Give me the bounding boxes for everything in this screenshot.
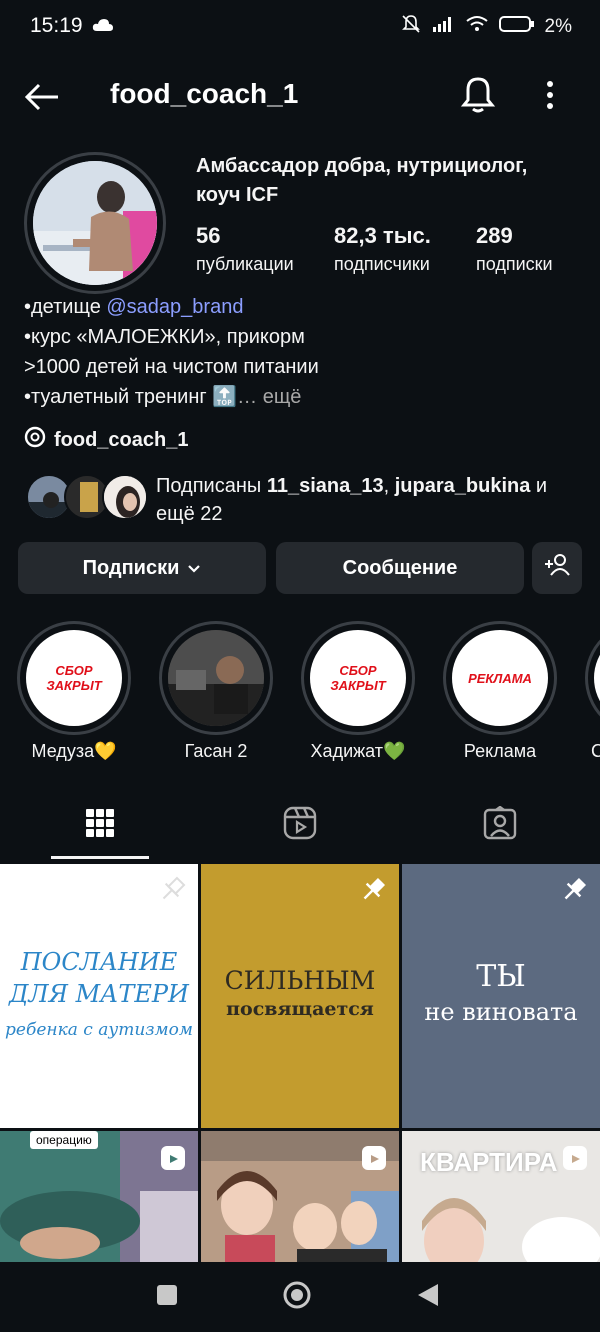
bio-line: •детище @sadap_brand — [24, 292, 584, 322]
tab-posts[interactable] — [0, 790, 200, 860]
reel-caption: операцию — [30, 1131, 98, 1149]
battery-icon — [498, 15, 535, 39]
post-subtitle: посвящается — [226, 998, 374, 1020]
highlight-label: Медуза💛 — [31, 741, 117, 761]
highlight-label: Хадижат💚 — [310, 741, 406, 761]
cloud-icon — [92, 18, 114, 37]
pin-icon — [560, 876, 588, 909]
followed-by-text[interactable]: Подписаны 11_siana_13, jupara_bukina и е… — [156, 472, 576, 528]
message-button-label: Сообщение — [342, 556, 458, 579]
post-title-line: ДЛЯ МАТЕРИ — [9, 980, 189, 1008]
pin-icon — [158, 876, 186, 909]
avatar — [102, 474, 148, 520]
stat-followers-value: 82,3 тыс. — [334, 223, 431, 248]
post-title-line: ПОСЛАНИЕ — [20, 948, 178, 976]
following-button-label: Подписки — [82, 556, 180, 579]
story-highlight[interactable]: СБОР ЗАКРЫТ Медуза💛 — [17, 621, 131, 762]
stat-following-label: подписки — [476, 254, 553, 274]
suggest-users-button[interactable] — [532, 542, 582, 594]
reels-icon — [160, 1145, 186, 1176]
tab-reels[interactable] — [200, 790, 400, 860]
highlight-cover-text: СБОР ЗАКРЫТ — [46, 663, 102, 693]
wifi-icon — [465, 15, 489, 39]
bio-mention-link[interactable]: @sadap_brand — [106, 296, 243, 318]
stat-following-value: 289 — [476, 223, 513, 248]
bio-line: •курс «МАЛОЕЖКИ», прикорм — [24, 326, 305, 348]
profile-full-name: Амбассадор добра, нутрициолог, коуч ICF — [196, 155, 528, 206]
reel-tile[interactable]: КВАРТИРА — [402, 1131, 600, 1262]
stat-followers-label: подписчики — [334, 254, 430, 274]
tab-tagged[interactable] — [400, 790, 600, 860]
status-bar: 15:19 2% — [0, 0, 600, 56]
profile-bio: •детище @sadap_brand •курс «МАЛОЕЖКИ», п… — [24, 292, 584, 412]
home-icon[interactable] — [282, 1280, 312, 1315]
pin-icon — [359, 876, 387, 909]
followed-by-sep: , — [383, 475, 395, 497]
post-tile[interactable]: СИЛЬНЫМ посвящается — [201, 864, 399, 1128]
highlight-label: Гасан 2 — [184, 741, 248, 761]
threads-link[interactable]: food_coach_1 — [24, 426, 188, 454]
message-button[interactable]: Сообщение — [276, 542, 524, 594]
post-tile[interactable]: ПОСЛАНИЕ ДЛЯ МАТЕРИ ребенка с аутизмом — [0, 864, 198, 1128]
highlight-cover-text: РЕКЛАМА — [468, 670, 532, 686]
story-highlight[interactable]: СБОР ЗАКРЫТ Хадижат💚 — [301, 621, 415, 762]
reel-tile[interactable]: операцию — [0, 1131, 198, 1262]
more-options-icon[interactable] — [544, 80, 556, 115]
mutual-user-2: jupara_bukina — [394, 475, 531, 497]
post-tile[interactable]: ТЫ не виновата — [402, 864, 600, 1128]
bio-text: •туалетный тренинг — [24, 386, 213, 408]
status-time: 15:19 — [30, 14, 83, 37]
mutual-followers-avatars[interactable] — [26, 472, 150, 520]
recent-apps-icon[interactable] — [156, 1284, 178, 1311]
highlight-cover-text: СБОР ЗАКРЫТ — [330, 663, 386, 693]
highlight-cover-photo — [168, 630, 264, 726]
signal-icon — [431, 15, 455, 39]
post-subtitle: не виновата — [424, 998, 578, 1026]
bio-line: >1000 детей на чистом питании — [24, 356, 319, 378]
bio-text: •детище — [24, 296, 107, 318]
post-title-line: ТЫ — [476, 959, 526, 994]
active-tab-indicator — [51, 856, 149, 859]
stat-following[interactable]: 289 подписки — [476, 222, 553, 278]
add-person-icon — [543, 553, 571, 583]
reel-caption: КВАРТИРА — [420, 1147, 558, 1177]
stat-posts-value: 56 — [196, 223, 221, 248]
top-emoji: 🔝 — [212, 386, 238, 408]
bio-more-link[interactable]: … ещё — [237, 386, 301, 408]
story-highlight[interactable]: С — [585, 621, 600, 762]
grid-icon — [85, 808, 115, 843]
story-highlight[interactable]: Гасан 2 — [159, 621, 273, 762]
threads-handle: food_coach_1 — [54, 428, 189, 451]
back-nav-icon[interactable] — [416, 1282, 440, 1313]
profile-header: food_coach_1 — [0, 60, 600, 132]
chevron-down-icon — [187, 557, 201, 580]
profile-tabs — [0, 790, 600, 862]
highlight-label: Реклама — [463, 741, 537, 761]
reel-tile[interactable] — [201, 1131, 399, 1262]
reels-icon — [562, 1145, 588, 1176]
threads-icon — [24, 426, 46, 454]
bell-muted-icon — [401, 14, 421, 40]
back-arrow-icon[interactable] — [24, 82, 60, 117]
stat-followers[interactable]: 82,3 тыс. подписчики — [334, 222, 431, 278]
stat-posts[interactable]: 56 публикации — [196, 222, 294, 278]
following-button[interactable]: Подписки — [18, 542, 266, 594]
story-highlight[interactable]: РЕКЛАМА Реклама — [443, 621, 557, 762]
tagged-person-icon — [483, 805, 517, 845]
android-nav-bar — [0, 1262, 600, 1332]
followed-by-prefix: Подписаны — [156, 475, 267, 497]
post-title-line: СИЛЬНЫМ — [224, 966, 376, 995]
profile-avatar[interactable] — [24, 152, 166, 294]
highlight-label: С — [591, 741, 600, 761]
stat-posts-label: публикации — [196, 254, 294, 274]
post-subtitle: ребенка с аутизмом — [5, 1020, 193, 1040]
reels-icon — [283, 806, 317, 845]
profile-username: food_coach_1 — [110, 78, 299, 109]
mutual-user-1: 11_siana_13 — [266, 475, 384, 497]
notification-bell-icon[interactable] — [460, 76, 496, 119]
reels-icon — [361, 1145, 387, 1176]
bio-line: •туалетный тренинг 🔝… ещё — [24, 382, 584, 412]
battery-level: 2% — [544, 16, 572, 37]
